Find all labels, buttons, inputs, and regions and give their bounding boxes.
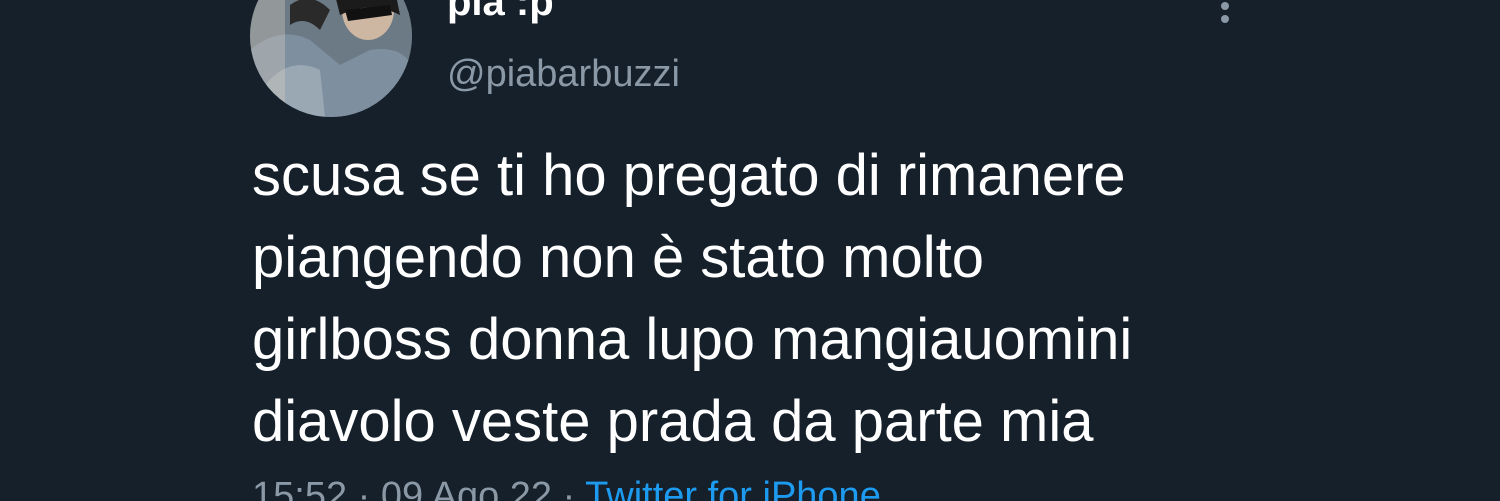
tweet-text-line: diavolo veste prada da parte mia	[252, 389, 1094, 454]
tweet-text-line: girlboss donna lupo mangiauomini	[252, 307, 1133, 372]
tweet-text-line: scusa se ti ho pregato di rimanere	[252, 143, 1126, 208]
tweet-meta: 15:52 · 09 Ago 22 · Twitter for iPhone	[252, 474, 881, 501]
tweet-card: pia :p @piabarbuzzi scusa se ti ho prega…	[0, 0, 1500, 501]
more-vertical-icon[interactable]	[1210, 0, 1240, 28]
avatar-photo-icon	[250, 0, 412, 117]
meta-separator: ·	[552, 475, 586, 501]
tweet-time[interactable]: 15:52	[252, 475, 347, 501]
tweet-text-line: piangendo non è stato molto	[252, 225, 984, 290]
display-name[interactable]: pia :p	[447, 0, 554, 26]
avatar[interactable]	[250, 0, 412, 117]
tweet-date[interactable]: 09 Ago 22	[381, 475, 552, 501]
tweet-text: scusa se ti ho pregato di rimanere piang…	[252, 135, 1352, 463]
user-handle[interactable]: @piabarbuzzi	[447, 52, 680, 96]
tweet-source-link[interactable]: Twitter for iPhone	[585, 475, 881, 501]
meta-separator: ·	[347, 475, 381, 501]
